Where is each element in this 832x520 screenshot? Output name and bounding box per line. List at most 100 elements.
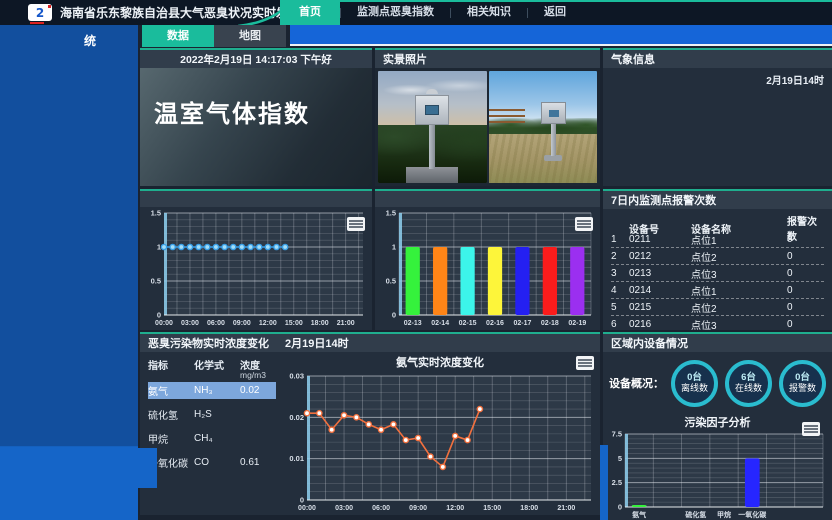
table-row: 氨气NH₃0.02 [148, 382, 276, 399]
svg-text:0: 0 [392, 311, 396, 320]
weather-panel: 气象信息 2月19日14时 [603, 48, 832, 186]
nh3-concentration-chart: 00.010.020.0300:0003:0006:0009:0012:0015… [280, 370, 598, 513]
photos-panel: 实景照片 [375, 48, 600, 186]
greenhouse-chart-panel: 00.511.500:0003:0006:0009:0012:0015:0018… [140, 189, 372, 330]
datetime-header: 2022年2月19日 14:17:03 下午好 [140, 50, 372, 68]
nav-item-odor-index[interactable]: 监测点恶臭指数 [341, 0, 450, 25]
photos-panel-title: 实景照片 [375, 50, 600, 68]
photo-row [375, 68, 600, 186]
chart-menu-icon[interactable] [802, 422, 820, 436]
svg-text:0.01: 0.01 [289, 454, 304, 463]
alarm-count-badge: 0台 报警数 [779, 360, 826, 407]
weather-panel-title: 气象信息 [603, 50, 832, 68]
weather-body: 2月19日14时 [603, 68, 832, 186]
devices-panel: 区域内设备情况 设备概况： 0台 离线数 6台 在线数 0台 报警数 污染因子分… [603, 332, 832, 520]
table-row: 20212点位20 [611, 248, 824, 265]
nav-item-home[interactable]: 首页 [280, 0, 340, 25]
offline-count-badge: 0台 离线数 [671, 360, 718, 407]
svg-text:02-15: 02-15 [459, 320, 477, 327]
table-row: 10211点位10 [611, 231, 824, 248]
greenhouse-index-chart: 00.511.500:0003:0006:0009:0012:0015:0018… [140, 207, 370, 328]
devices-panel-title: 区域内设备情况 [603, 334, 832, 352]
device-overview-label: 设备概况： [609, 375, 664, 391]
svg-text:硫化氢: 硫化氢 [685, 510, 706, 519]
svg-text:00:00: 00:00 [155, 320, 173, 327]
factor-chart-title: 污染因子分析 [603, 412, 832, 428]
svg-text:1: 1 [392, 243, 396, 252]
weather-time: 2月19日14时 [766, 72, 824, 87]
daily-index-chart: 00.511.502-1302-1402-1502-1602-1702-1802… [375, 207, 598, 328]
table-row: 一氧化碳CO0.61 [148, 454, 276, 471]
svg-text:06:00: 06:00 [372, 505, 390, 512]
blue-ribbon [290, 25, 832, 46]
svg-text:02-16: 02-16 [486, 320, 504, 327]
odor-panel: 恶臭污染物实时浓度变化 2月19日14时 指标 化学式 浓度 mg/m3 氨气N… [140, 332, 600, 515]
alarms-table-header: 设备号 设备名称 报警次数 [611, 213, 824, 231]
svg-text:1.5: 1.5 [151, 209, 161, 218]
table-row: 40214点位10 [611, 282, 824, 299]
svg-text:0.5: 0.5 [151, 277, 161, 286]
pollution-factor-chart: 02.557.5氨气硫化氢甲烷一氧化碳 [603, 428, 830, 520]
svg-text:00:00: 00:00 [298, 505, 316, 512]
svg-text:21:00: 21:00 [337, 320, 355, 327]
chart-menu-icon[interactable] [347, 217, 365, 231]
svg-text:氨气: 氨气 [632, 510, 646, 519]
svg-text:一氧化碳: 一氧化碳 [738, 510, 767, 519]
alarm-table-body: 10211点位1020212点位2030213点位3040214点位105021… [611, 231, 824, 333]
monitoring-device [415, 95, 449, 125]
svg-text:21:00: 21:00 [557, 505, 575, 512]
chart-panel-header [375, 191, 600, 207]
odor-table: 指标 化学式 浓度 mg/m3 氨气NH₃0.02硫化氢H₂S甲烷CH₄一氧化碳… [140, 352, 280, 513]
svg-text:0: 0 [157, 311, 161, 320]
svg-text:09:00: 09:00 [233, 320, 251, 327]
svg-text:18:00: 18:00 [311, 320, 329, 327]
station-photo-dusk [378, 71, 487, 183]
svg-text:03:00: 03:00 [335, 505, 353, 512]
svg-text:18:00: 18:00 [520, 505, 538, 512]
page-title-wrap: 统 [84, 32, 96, 49]
chart-menu-icon[interactable] [576, 356, 594, 370]
monitoring-device [541, 102, 566, 124]
nh3-chart-title: 氨气实时浓度变化 [280, 354, 600, 370]
table-row: 60216点位30 [611, 316, 824, 333]
svg-text:15:00: 15:00 [285, 320, 303, 327]
tab-map[interactable]: 地图 [214, 25, 286, 47]
dashboard-screen: 2 海南省乐东黎族自治县大气恶臭状况实时发布系 首页 监测点恶臭指数 相关知识 … [0, 0, 832, 520]
nav-item-knowledge[interactable]: 相关知识 [451, 0, 527, 25]
odor-body: 指标 化学式 浓度 mg/m3 氨气NH₃0.02硫化氢H₂S甲烷CH₄一氧化碳… [140, 352, 600, 513]
greenhouse-headline: 温室气体指数 [140, 68, 372, 129]
svg-text:12:00: 12:00 [259, 320, 277, 327]
nav-item-back[interactable]: 返回 [528, 0, 582, 25]
svg-text:1.5: 1.5 [386, 209, 396, 218]
background-sliver [600, 445, 608, 520]
chart-menu-icon[interactable] [575, 217, 593, 231]
background-sliver [138, 448, 157, 488]
svg-text:5: 5 [618, 454, 622, 463]
odor-unit-row: mg/m3 [148, 370, 276, 382]
alarms-panel-title: 7日内监测点报警次数 [603, 191, 832, 209]
svg-text:02-14: 02-14 [431, 320, 449, 327]
nh3-chart-area: 氨气实时浓度变化 00.010.020.0300:0003:0006:0009:… [280, 352, 600, 513]
left-sidebar: 统 [0, 25, 138, 520]
table-row: 甲烷CH₄ [148, 430, 276, 447]
svg-text:1: 1 [157, 243, 161, 252]
alarms-table: 设备号 设备名称 报警次数 10211点位1020212点位2030213点位3… [603, 209, 832, 333]
svg-text:02-17: 02-17 [513, 320, 531, 327]
main-nav: 首页 监测点恶臭指数 相关知识 返回 [280, 0, 582, 25]
svg-text:2.5: 2.5 [612, 478, 622, 487]
svg-text:09:00: 09:00 [409, 505, 427, 512]
svg-text:02-13: 02-13 [404, 320, 422, 327]
view-tabs: 数据 地图 [142, 25, 286, 47]
svg-text:甲烷: 甲烷 [717, 510, 731, 519]
table-row: 50215点位20 [611, 299, 824, 316]
alarms-panel: 7日内监测点报警次数 设备号 设备名称 报警次数 10211点位1020212点… [603, 189, 832, 330]
svg-text:0.03: 0.03 [289, 372, 304, 381]
svg-text:0: 0 [300, 496, 304, 505]
tab-data[interactable]: 数据 [142, 25, 214, 47]
table-row: 硫化氢H₂S [148, 406, 276, 423]
daily-bars-panel: 00.511.502-1302-1402-1502-1602-1702-1802… [375, 189, 600, 330]
svg-text:15:00: 15:00 [483, 505, 501, 512]
svg-text:02-18: 02-18 [541, 320, 559, 327]
table-row: 30213点位30 [611, 265, 824, 282]
svg-text:03:00: 03:00 [181, 320, 199, 327]
